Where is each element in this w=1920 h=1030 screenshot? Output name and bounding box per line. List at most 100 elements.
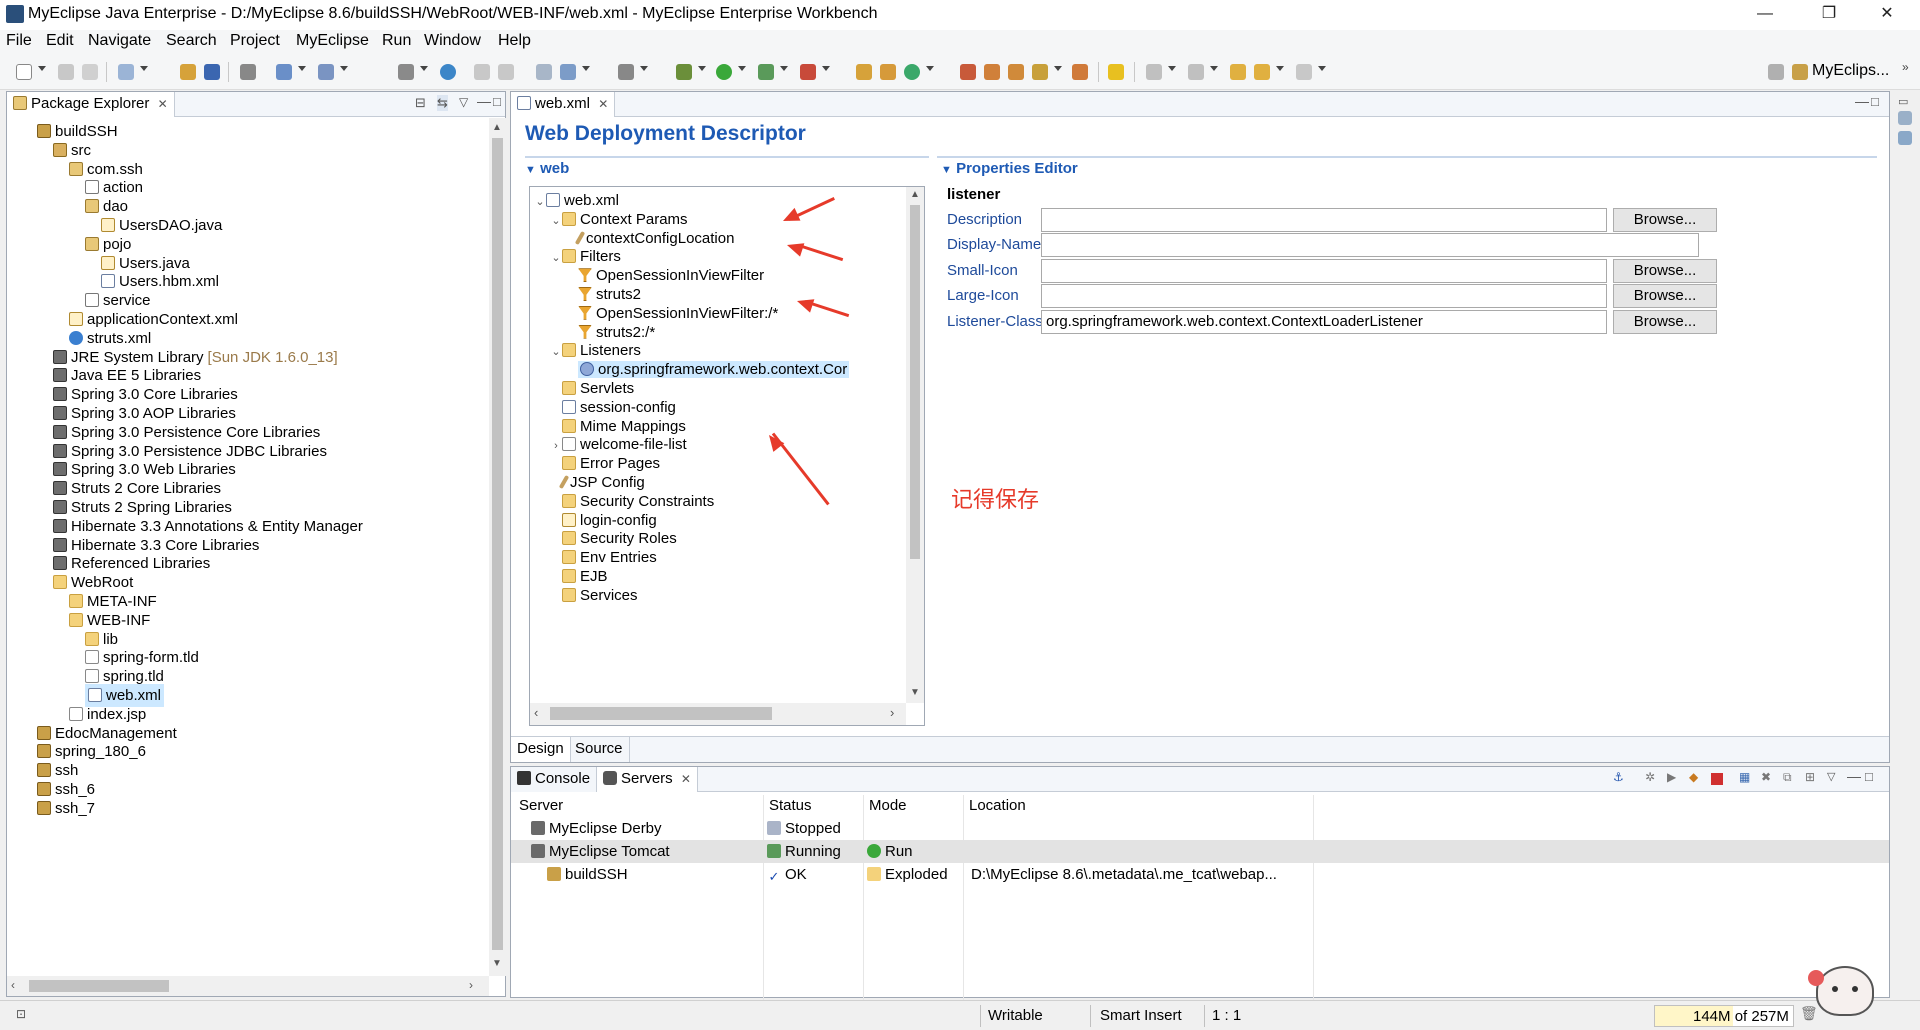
- tree-scroll-left-icon[interactable]: ‹: [534, 705, 538, 720]
- description-browse-button[interactable]: Browse...: [1613, 208, 1717, 232]
- run-dropdown-icon[interactable]: [738, 66, 746, 71]
- server-row[interactable]: buildSSH ✓ OK Exploded D:\MyEclipse 8.6\.met…: [511, 863, 1889, 886]
- link-with-editor-icon[interactable]: ⇆: [437, 95, 448, 111]
- maximize-editor-icon[interactable]: □: [1871, 94, 1879, 109]
- profile-icon[interactable]: [800, 64, 816, 80]
- scroll-left-icon[interactable]: ‹: [11, 978, 15, 992]
- col-server[interactable]: Server: [519, 797, 563, 814]
- deploy-project-icon[interactable]: ▦: [1739, 770, 1750, 784]
- collapse-chevron-icon[interactable]: ⌄: [550, 247, 562, 270]
- properties-section-header[interactable]: ▼ Properties Editor: [941, 160, 1078, 177]
- vscroll-thumb[interactable]: [492, 138, 503, 950]
- minimize-servers-icon[interactable]: —: [1847, 768, 1861, 784]
- wizard-icon[interactable]: [1032, 64, 1048, 80]
- scroll-up-icon[interactable]: ▲: [492, 122, 502, 133]
- close-button[interactable]: ✕: [1864, 0, 1910, 30]
- save-all-icon[interactable]: [82, 64, 98, 80]
- menu-edit[interactable]: Edit: [46, 32, 74, 50]
- perspective-more-icon[interactable]: »: [1902, 60, 1909, 74]
- browse-deployment-icon[interactable]: ⊞: [1805, 770, 1815, 784]
- pencil-icon[interactable]: [1108, 64, 1124, 80]
- spring-icon[interactable]: [984, 64, 1000, 80]
- collapse-chevron-icon[interactable]: ⌄: [550, 210, 562, 233]
- menu-myeclipse[interactable]: MyEclipse: [296, 32, 369, 50]
- menu-project[interactable]: Project: [230, 32, 280, 50]
- scroll-down-icon[interactable]: ▼: [492, 958, 502, 969]
- tree-item-ssh-7[interactable]: ssh_7: [37, 797, 95, 820]
- close-tab-icon[interactable]: ✕: [158, 97, 168, 111]
- tree-scroll-down-icon[interactable]: ▼: [910, 687, 920, 698]
- listener-class-field[interactable]: org.springframework.web.context.ContextL…: [1041, 310, 1607, 334]
- tree-vscroll-thumb[interactable]: [910, 205, 920, 559]
- debug-dropdown-icon[interactable]: [698, 66, 706, 71]
- hibernate-icon[interactable]: [960, 64, 976, 80]
- tab-source[interactable]: Source: [569, 737, 630, 762]
- maximize-view-icon[interactable]: □: [493, 94, 501, 109]
- small-icon-field[interactable]: [1041, 259, 1607, 283]
- col-location[interactable]: Location: [969, 797, 1026, 814]
- web-tree-item-services[interactable]: Services: [550, 584, 638, 607]
- external-tools-icon[interactable]: [398, 64, 414, 80]
- scroll-right-icon[interactable]: ›: [469, 978, 473, 992]
- run-external-dropdown-icon[interactable]: [780, 66, 788, 71]
- new-dropdown-icon[interactable]: [38, 66, 46, 71]
- display-name-field[interactable]: [1041, 233, 1699, 257]
- matisse-icon[interactable]: [1072, 64, 1088, 80]
- run-external-icon[interactable]: [758, 64, 774, 80]
- menu-search[interactable]: Search: [166, 32, 217, 50]
- new-package-icon[interactable]: [880, 64, 896, 80]
- large-icon-browse-button[interactable]: Browse...: [1613, 284, 1717, 308]
- package-explorer-hscroll[interactable]: ‹ ›: [7, 976, 489, 996]
- new-web-project-icon[interactable]: [118, 64, 134, 80]
- fast-view-icon[interactable]: ⊡: [16, 1007, 26, 1021]
- tree-scroll-up-icon[interactable]: ▲: [910, 189, 920, 200]
- view-menu-icon[interactable]: ▽: [459, 95, 468, 109]
- package-explorer-vscroll[interactable]: ▲ ▼: [489, 118, 506, 976]
- task-icon[interactable]: [560, 64, 576, 80]
- new-class-dropdown-icon[interactable]: [926, 66, 934, 71]
- remove-deployment-icon[interactable]: ✖: [1761, 770, 1771, 784]
- menu-run[interactable]: Run: [382, 32, 411, 50]
- back-dropdown-icon[interactable]: [1276, 66, 1284, 71]
- open-type-icon[interactable]: [276, 64, 292, 80]
- prev-annotation-icon[interactable]: [1188, 64, 1204, 80]
- profile-server-icon[interactable]: ◆: [1689, 770, 1698, 784]
- myeclipse-perspective-icon[interactable]: [1792, 64, 1808, 80]
- stop-server-icon[interactable]: [1711, 773, 1723, 785]
- connect-icon[interactable]: ⚓: [1613, 770, 1624, 784]
- properties-trim-icon[interactable]: [1898, 131, 1912, 145]
- server-row[interactable]: MyEclipse Tomcat Running Run: [511, 840, 1889, 863]
- tool-icon[interactable]: [474, 64, 490, 80]
- web-tree-hscroll[interactable]: ‹ ›: [530, 703, 906, 725]
- restore-trim-icon[interactable]: ▭: [1898, 95, 1908, 108]
- servers-view-menu-icon[interactable]: ▽: [1827, 770, 1835, 783]
- task-dropdown-icon[interactable]: [582, 66, 590, 71]
- profile-dropdown-icon[interactable]: [822, 66, 830, 71]
- menu-help[interactable]: Help: [498, 32, 531, 50]
- menu-file[interactable]: File: [6, 32, 32, 50]
- struts-icon[interactable]: [1008, 64, 1024, 80]
- open-perspective-button-icon[interactable]: [1768, 64, 1784, 80]
- listener-class-browse-button[interactable]: Browse...: [1613, 310, 1717, 334]
- tab-servers[interactable]: Servers ✕: [597, 767, 698, 792]
- minimize-editor-icon[interactable]: —: [1855, 93, 1869, 109]
- restore-button[interactable]: ❐: [1806, 0, 1852, 30]
- tab-package-explorer[interactable]: Package Explorer ✕: [7, 92, 175, 117]
- external-tools-dropdown-icon[interactable]: [420, 66, 428, 71]
- forward-icon[interactable]: [1296, 64, 1312, 80]
- last-edit-icon[interactable]: [1230, 64, 1246, 80]
- prev-annotation-dropdown-icon[interactable]: [1210, 66, 1218, 71]
- maximize-servers-icon[interactable]: □: [1865, 769, 1873, 784]
- open-perspective-icon[interactable]: [536, 64, 552, 80]
- perspective-label[interactable]: MyEclips...: [1812, 62, 1889, 80]
- col-mode[interactable]: Mode: [869, 797, 907, 814]
- new-web-dropdown-icon[interactable]: [140, 66, 148, 71]
- hscroll-thumb[interactable]: [29, 980, 169, 992]
- deploy-icon[interactable]: [180, 64, 196, 80]
- print-icon[interactable]: [240, 64, 256, 80]
- server-row[interactable]: MyEclipse Derby Stopped: [511, 817, 1889, 840]
- menu-navigate[interactable]: Navigate: [88, 32, 151, 50]
- back-icon[interactable]: [1254, 64, 1270, 80]
- forward-dropdown-icon[interactable]: [1318, 66, 1326, 71]
- small-icon-browse-button[interactable]: Browse...: [1613, 259, 1717, 283]
